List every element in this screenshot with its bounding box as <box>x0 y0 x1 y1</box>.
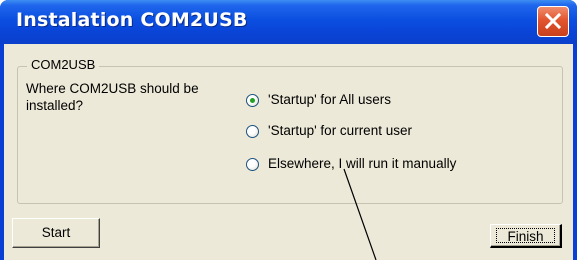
dialog-window: Instalation COM2USB COM2USB Where COM2US… <box>0 0 577 260</box>
annotation-pointer-line <box>343 168 377 260</box>
